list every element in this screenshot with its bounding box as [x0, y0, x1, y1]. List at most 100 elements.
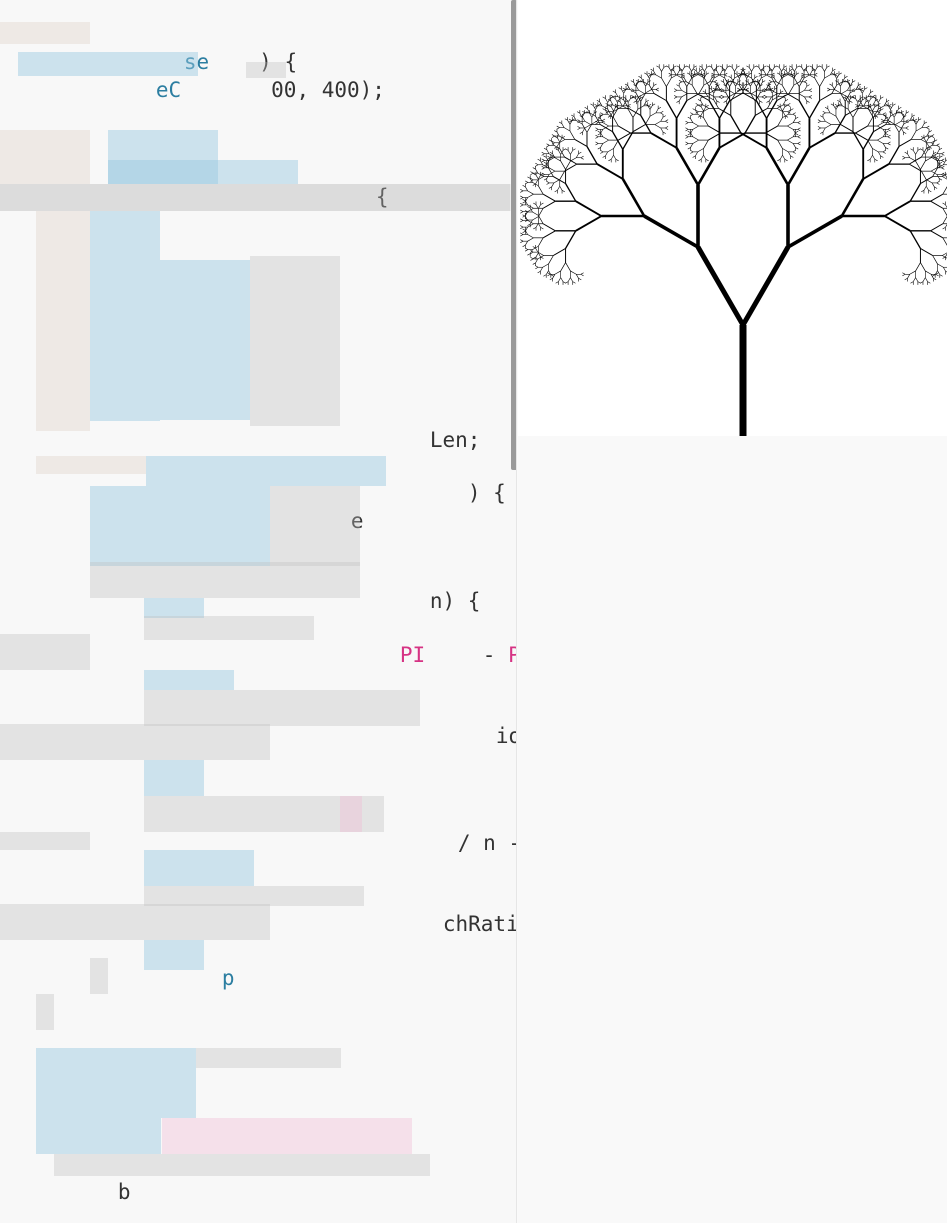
- tree-branch: [678, 79, 682, 83]
- code-line-10[interactable]: / n - PI /: [382, 803, 516, 884]
- code-line-6[interactable]: e: [275, 481, 364, 562]
- current-line-highlight: [0, 184, 512, 211]
- code-line-11[interactable]: chRatio,: [367, 884, 516, 965]
- tree-branch: [535, 179, 539, 185]
- tree-branch: [925, 137, 929, 143]
- tree-branch: [643, 214, 699, 249]
- tree-branch: [921, 123, 925, 128]
- tree-branch: [653, 93, 667, 102]
- tree-branch: [862, 163, 890, 180]
- tree-branch: [693, 68, 697, 72]
- tree-branch: [582, 117, 586, 122]
- tree-branch: [941, 167, 945, 170]
- tree-branch: [795, 147, 799, 150]
- tree-branch: [766, 100, 770, 103]
- tree-branch: [885, 147, 889, 150]
- code-line-8[interactable]: PI - PI /: [314, 615, 516, 696]
- tree-branch: [700, 111, 704, 116]
- tree-branch: [613, 117, 619, 127]
- tree-branch: [789, 65, 793, 68]
- tree-branch: [837, 99, 841, 103]
- tree-branch: [773, 77, 777, 82]
- tree-branch: [930, 274, 934, 279]
- tree-branch: [941, 158, 945, 161]
- tree-branch: [925, 270, 932, 275]
- tree-branch: [925, 277, 928, 282]
- tree-branch: [685, 136, 689, 139]
- tree-branch: [886, 99, 890, 103]
- tree-branch: [942, 215, 947, 224]
- tree-branch: [572, 118, 576, 121]
- tree-branch: [655, 74, 662, 79]
- tree-branch: [565, 148, 569, 151]
- code-line-13[interactable]: b: [42, 1152, 131, 1223]
- tree-branch: [768, 83, 772, 86]
- code-line-3[interactable]: {: [300, 157, 389, 238]
- tree-branch: [798, 65, 802, 68]
- tree-branch: [578, 278, 582, 281]
- code-line-9[interactable]: io,: [420, 696, 516, 777]
- tree-branch: [835, 116, 842, 125]
- code-token-text: / n -: [457, 831, 516, 855]
- tree-branch: [547, 274, 551, 277]
- tree-branch: [792, 132, 796, 137]
- tree-branch: [633, 100, 637, 103]
- tree-branch: [592, 105, 596, 110]
- tree-branch: [655, 108, 659, 114]
- tree-branch: [937, 270, 941, 275]
- tree-branch: [914, 118, 918, 121]
- code-line-2[interactable]: eC 00, 400);: [80, 50, 385, 131]
- code-editor[interactable]: se) { eC 00, 400); { Len; ) { e n) { PI -…: [0, 0, 517, 1223]
- tree-branch: [740, 68, 744, 72]
- tree-branch: [650, 132, 678, 149]
- tree-branch: [718, 132, 746, 149]
- tree-branch: [768, 79, 772, 83]
- tree-branch: [927, 281, 931, 284]
- tree-branch: [554, 130, 558, 133]
- tree-branch: [803, 74, 811, 79]
- tree-branch: [928, 136, 932, 139]
- tree-branch: [686, 93, 700, 102]
- tree-branch: [686, 72, 691, 75]
- tree-branch: [627, 85, 631, 90]
- tree-branch: [787, 125, 794, 130]
- code-line-12[interactable]: p: [146, 938, 235, 1019]
- tree-branch: [683, 77, 687, 82]
- tree-branch: [520, 197, 524, 200]
- tree-branch: [676, 70, 680, 75]
- tree-branch: [610, 106, 614, 112]
- tree-branch: [554, 136, 558, 139]
- tree-branch: [527, 193, 534, 198]
- tree-branch: [882, 151, 886, 154]
- tree-branch: [721, 95, 725, 98]
- tree-branch: [537, 158, 541, 162]
- tree-branch: [543, 155, 547, 158]
- tree-branch: [608, 105, 612, 108]
- code-line-5[interactable]: ) {: [392, 453, 506, 534]
- tree-branch: [600, 112, 604, 115]
- tree-branch: [795, 72, 800, 75]
- tree-branch: [530, 256, 534, 260]
- tree-branch: [740, 132, 768, 149]
- editor-scrollbar[interactable]: [511, 0, 516, 470]
- tree-branch: [551, 135, 555, 138]
- tree-branch: [615, 158, 619, 162]
- tree-branch: [855, 125, 868, 134]
- tree-branch: [799, 77, 803, 82]
- tree-branch: [527, 223, 531, 226]
- code-token-keyword: p: [221, 966, 235, 990]
- tree-branch: [533, 173, 537, 176]
- tree-branch: [788, 84, 795, 94]
- tree-branch: [935, 274, 939, 277]
- tree-branch: [806, 84, 810, 87]
- tree-branch: [695, 151, 698, 157]
- tree-branch: [600, 129, 604, 134]
- tree-branch: [942, 237, 947, 246]
- tree-branch: [561, 190, 565, 193]
- tree-branch: [817, 126, 821, 129]
- tree-branch: [602, 136, 609, 141]
- tree-branch: [797, 122, 801, 125]
- tree-branch: [685, 127, 689, 130]
- tree-branch: [676, 65, 680, 68]
- tree-branch: [787, 104, 791, 107]
